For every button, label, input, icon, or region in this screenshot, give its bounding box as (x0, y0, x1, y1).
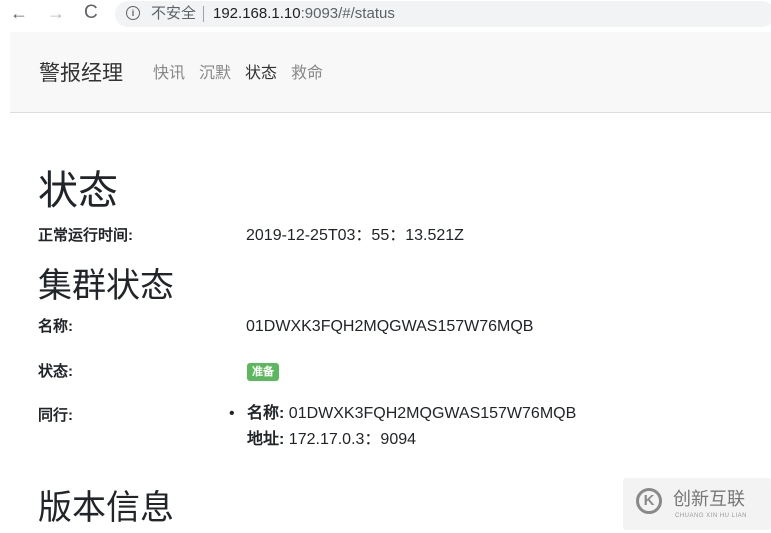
app-navbar: 警报经理 快讯 沉默 状态 救命 (10, 32, 771, 113)
brand-title[interactable]: 警报经理 (39, 61, 123, 87)
status-heading: 状态 (38, 169, 118, 213)
watermark-logo-icon: K (636, 488, 662, 514)
cluster-status-heading: 集群状态 (38, 267, 174, 305)
version-info-heading: 版本信息 (38, 489, 174, 527)
back-arrow-icon[interactable]: ← (10, 2, 28, 24)
address-bar[interactable]: i 不安全 192.168.1.10:9093/#/status (115, 1, 771, 27)
nav-link-alerts[interactable]: 快讯 (153, 63, 185, 85)
nav-link-status[interactable]: 状态 (245, 63, 277, 85)
nav-links: 快讯 沉默 状态 救命 (153, 63, 337, 85)
page: ← → C i 不安全 192.168.1.10:9093/#/status 警… (0, 0, 771, 533)
peer-address-key: 地址: (247, 431, 285, 448)
peer-name-line: 名称: 01DWXK3FQH2MQGWAS157W76MQB (247, 404, 576, 424)
browser-toolbar: ← → C i 不安全 192.168.1.10:9093/#/status (0, 0, 771, 30)
nav-link-silences[interactable]: 沉默 (199, 63, 231, 85)
peer-name-value: 01DWXK3FQH2MQGWAS157W76MQB (288, 405, 577, 422)
cluster-name-label: 名称: (38, 318, 73, 335)
peers-label: 同行: (38, 407, 73, 424)
url-host: 192.168.1.10 (213, 5, 301, 22)
forward-arrow-icon[interactable]: → (47, 2, 65, 24)
uptime-label: 正常运行时间: (38, 227, 133, 244)
info-icon[interactable]: i (126, 6, 140, 20)
watermark-text: 创新互联 (673, 489, 745, 509)
nav-link-help[interactable]: 救命 (291, 63, 323, 85)
uptime-value: 2019-12-25T03：55：13.521Z (246, 227, 464, 244)
address-divider (203, 6, 204, 22)
peer-address-line: 地址: 172.17.0.3：9094 (247, 430, 416, 450)
watermark-subtext: CHUANG XIN HU LIAN (675, 513, 748, 519)
reload-icon[interactable]: C (84, 2, 98, 24)
status-badge: 准备 (247, 363, 279, 381)
cluster-name-value: 01DWXK3FQH2MQGWAS157W76MQB (246, 318, 534, 335)
cluster-status-label: 状态: (38, 363, 73, 380)
url-text[interactable]: 192.168.1.10:9093/#/status (213, 5, 395, 23)
peer-bullet-icon: • (229, 405, 235, 422)
peer-address-value: 172.17.0.3：9094 (288, 431, 417, 448)
url-path: :9093/#/status (300, 5, 395, 22)
security-label[interactable]: 不安全 (151, 5, 196, 23)
watermark: K 创新互联 CHUANG XIN HU LIAN (623, 478, 771, 530)
peer-name-key: 名称: (247, 405, 285, 422)
